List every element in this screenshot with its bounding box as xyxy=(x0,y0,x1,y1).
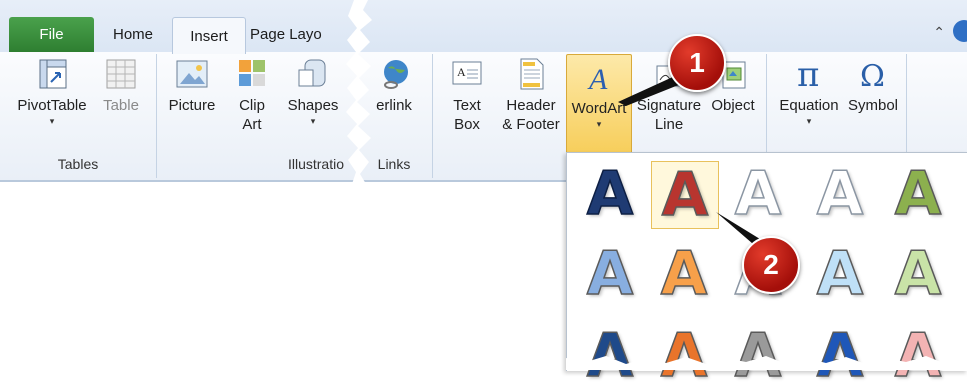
minimize-ribbon-icon[interactable]: ⌃ xyxy=(933,24,945,41)
wordart-style-glyph: A xyxy=(661,160,709,230)
torn-bottom-decoration xyxy=(566,356,967,370)
wordart-style-glyph: A xyxy=(894,159,942,229)
svg-text:Ω: Ω xyxy=(860,59,885,92)
group-separator xyxy=(156,54,157,178)
shapes-icon xyxy=(298,59,326,87)
group-label-links: Links xyxy=(377,156,411,172)
tab-home[interactable]: Home xyxy=(98,17,168,52)
omega-symbol-icon: Ω xyxy=(860,59,885,92)
torn-edge-decoration xyxy=(346,0,372,184)
help-icon[interactable] xyxy=(953,20,967,42)
wordart-style-glyph: A xyxy=(816,159,864,229)
wordart-style-glyph: A xyxy=(894,239,942,309)
wordart-style-4[interactable]: A xyxy=(807,161,873,227)
clipart-label: Clip Art xyxy=(239,97,265,133)
header-footer-button[interactable]: Header & Footer xyxy=(498,56,564,134)
shapes-label: Shapes xyxy=(287,97,339,114)
textbox-icon: A xyxy=(452,61,482,85)
wordart-style-glyph: A xyxy=(660,239,708,309)
tab-page-layout[interactable]: Page Layo xyxy=(250,17,340,52)
wordart-style-10[interactable]: A xyxy=(885,241,951,307)
table-label: Table xyxy=(103,97,139,114)
header-footer-label: Header & Footer xyxy=(502,97,560,133)
pivottable-button[interactable]: PivotTable ▾ xyxy=(10,56,94,127)
shapes-button[interactable]: Shapes ▾ xyxy=(282,56,344,127)
symbol-button[interactable]: Ω Symbol xyxy=(846,56,900,115)
picture-button[interactable]: Picture xyxy=(164,56,220,115)
wordart-style-glyph: A xyxy=(586,159,634,229)
group-label-tables: Tables xyxy=(57,156,99,172)
wordart-style-6[interactable]: A xyxy=(577,241,643,307)
wordart-style-glyph: A xyxy=(586,239,634,309)
equation-button[interactable]: π Equation ▾ xyxy=(774,56,844,127)
equation-dropdown-icon: ▾ xyxy=(806,116,812,126)
wordart-style-9[interactable]: A xyxy=(807,241,873,307)
pivottable-label: PivotTable xyxy=(17,97,87,114)
symbol-label: Symbol xyxy=(847,97,899,114)
callout-badge-2: 2 xyxy=(742,236,800,294)
svg-text:π: π xyxy=(797,56,819,92)
wordart-style-1[interactable]: A xyxy=(577,161,643,227)
textbox-label: Text Box xyxy=(453,97,481,133)
clipart-icon xyxy=(239,60,265,86)
table-icon xyxy=(106,59,136,89)
group-separator xyxy=(432,54,433,178)
header-footer-icon xyxy=(520,58,544,90)
shapes-dropdown-icon: ▾ xyxy=(310,116,316,126)
table-button[interactable]: Table xyxy=(96,56,146,115)
tab-file[interactable]: File xyxy=(9,17,94,52)
picture-label: Picture xyxy=(168,97,216,114)
hyperlink-globe-icon xyxy=(384,60,408,89)
clipart-button[interactable]: Clip Art xyxy=(230,56,274,134)
equation-label: Equation xyxy=(779,97,839,114)
tab-insert[interactable]: Insert xyxy=(172,17,246,54)
ribbon-tab-bar: File Home Insert Page Layo ⌃ xyxy=(0,0,967,54)
picture-icon xyxy=(176,60,208,88)
pivottable-dropdown-icon: ▾ xyxy=(49,116,55,126)
textbox-button[interactable]: A Text Box xyxy=(442,56,492,134)
svg-text:A: A xyxy=(457,65,466,79)
wordart-style-glyph: A xyxy=(816,239,864,309)
callout-badge-1: 1 xyxy=(668,34,726,92)
pi-equation-icon: π xyxy=(797,56,819,92)
wordart-style-5[interactable]: A xyxy=(885,161,951,227)
pivottable-icon xyxy=(39,59,67,89)
group-label-illustrations: Illustratio xyxy=(287,156,345,172)
